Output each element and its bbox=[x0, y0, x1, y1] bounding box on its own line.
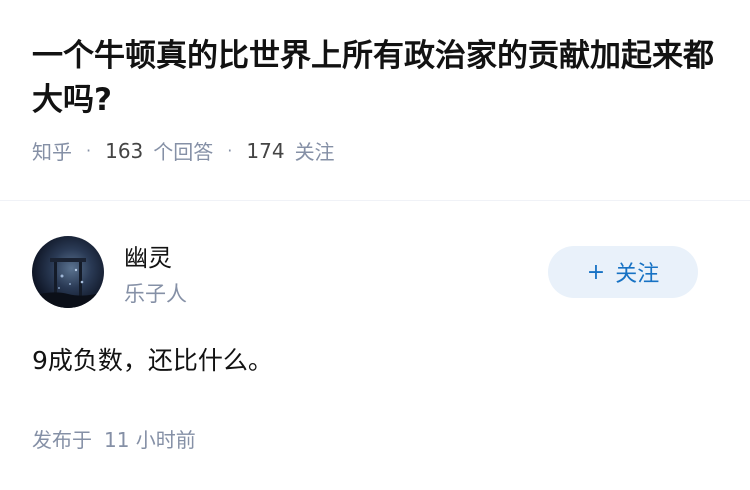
question-meta: 知乎 · 163 个回答 · 174 关注 bbox=[32, 136, 722, 165]
follow-button-label: 关注 bbox=[615, 262, 660, 287]
answer-count: 163 bbox=[105, 138, 144, 163]
publish-info: 发布于 11 小时前 bbox=[32, 424, 196, 453]
author-card: 幽灵 乐子人 + 关注 bbox=[32, 236, 718, 308]
follower-count: 174 bbox=[246, 138, 285, 163]
follower-count-label: 关注 bbox=[294, 140, 335, 164]
source-label[interactable]: 知乎 bbox=[32, 136, 72, 165]
answer-count-label[interactable]: 个回答 bbox=[153, 136, 213, 165]
answer-page: 一个牛顿真的比世界上所有政治家的贡献加起来都大吗? 知乎 · 163 个回答 ·… bbox=[0, 0, 750, 490]
question-header: 一个牛顿真的比世界上所有政治家的贡献加起来都大吗? 知乎 · 163 个回答 ·… bbox=[32, 34, 722, 165]
author-headline: 乐子人 bbox=[124, 282, 187, 306]
follow-button[interactable]: + 关注 bbox=[548, 246, 698, 298]
answer-content: 9成负数，还比什么。 bbox=[32, 346, 273, 375]
question-title[interactable]: 一个牛顿真的比世界上所有政治家的贡献加起来都大吗? bbox=[32, 34, 722, 122]
publish-time: 11 小时前 bbox=[104, 428, 196, 452]
section-divider bbox=[0, 200, 750, 201]
author-name[interactable]: 幽灵 bbox=[124, 238, 172, 273]
avatar[interactable] bbox=[32, 236, 104, 308]
publish-label: 发布于 bbox=[32, 428, 92, 452]
separator-dot: · bbox=[227, 141, 233, 160]
plus-icon: + bbox=[586, 259, 606, 285]
separator-dot: · bbox=[86, 141, 92, 160]
avatar-image bbox=[32, 258, 104, 308]
